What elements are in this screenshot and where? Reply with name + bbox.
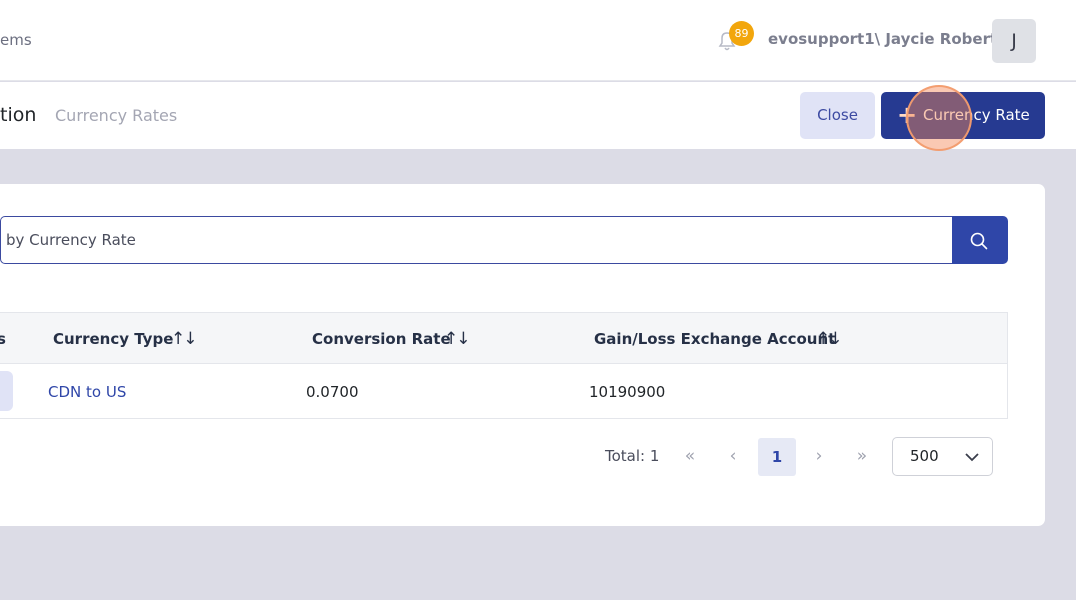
search-icon [970, 232, 988, 250]
first-page-button[interactable]: « [671, 438, 709, 476]
add-currency-rate-button[interactable]: + Currency Rate [881, 92, 1045, 139]
notification-badge[interactable]: 89 [729, 21, 754, 46]
page-button-current[interactable]: 1 [758, 438, 796, 476]
user-name[interactable]: evosupport1\ Jaycie Roberts [768, 30, 1006, 48]
breadcrumb[interactable]: Currency Rates [55, 106, 177, 125]
column-header-fragment[interactable]: s [0, 330, 6, 348]
plus-icon: + [897, 101, 918, 129]
column-header-conversion-rate[interactable]: Conversion Rate [312, 330, 451, 348]
search-input[interactable]: by Currency Rate [0, 216, 953, 264]
column-header-currency-type[interactable]: Currency Type [53, 330, 173, 348]
sort-arrows-icon[interactable]: ↑↓ [171, 329, 197, 349]
add-button-label: Currency Rate [923, 106, 1030, 124]
next-page-button[interactable]: › [800, 438, 838, 476]
page-size-select[interactable]: 500 [892, 437, 993, 476]
page-size-value: 500 [910, 447, 939, 465]
cell-conversion-rate: 0.0700 [306, 383, 359, 401]
row-action-button[interactable] [0, 371, 13, 411]
page-header: tion Currency Rates Close + Currency Rat… [0, 82, 1076, 149]
cell-currency-type[interactable]: CDN to US [48, 383, 126, 401]
sort-arrows-icon[interactable]: ↑↓ [816, 329, 842, 349]
pagination-total: Total: 1 [605, 447, 660, 465]
search-placeholder: by Currency Rate [6, 231, 136, 249]
sort-arrows-icon[interactable]: ↑↓ [444, 329, 470, 349]
table-header: s Currency Type ↑↓ Conversion Rate ↑↓ Ga… [0, 312, 1008, 364]
top-navbar: ems 89 evosupport1\ Jaycie Roberts J [0, 0, 1076, 81]
close-button[interactable]: Close [800, 92, 875, 139]
nav-menu-item[interactable]: ems [0, 31, 32, 49]
prev-page-button[interactable]: ‹ [714, 438, 752, 476]
column-header-gain-loss-account[interactable]: Gain/Loss Exchange Account [594, 330, 835, 348]
last-page-button[interactable]: » [843, 438, 881, 476]
avatar[interactable]: J [992, 19, 1036, 63]
cell-gain-loss-account: 10190900 [589, 383, 666, 401]
page-title: tion [0, 104, 37, 126]
search-button[interactable] [952, 216, 1008, 264]
table-row[interactable]: CDN to US 0.0700 10190900 [0, 364, 1008, 419]
chevron-down-icon [965, 453, 979, 462]
